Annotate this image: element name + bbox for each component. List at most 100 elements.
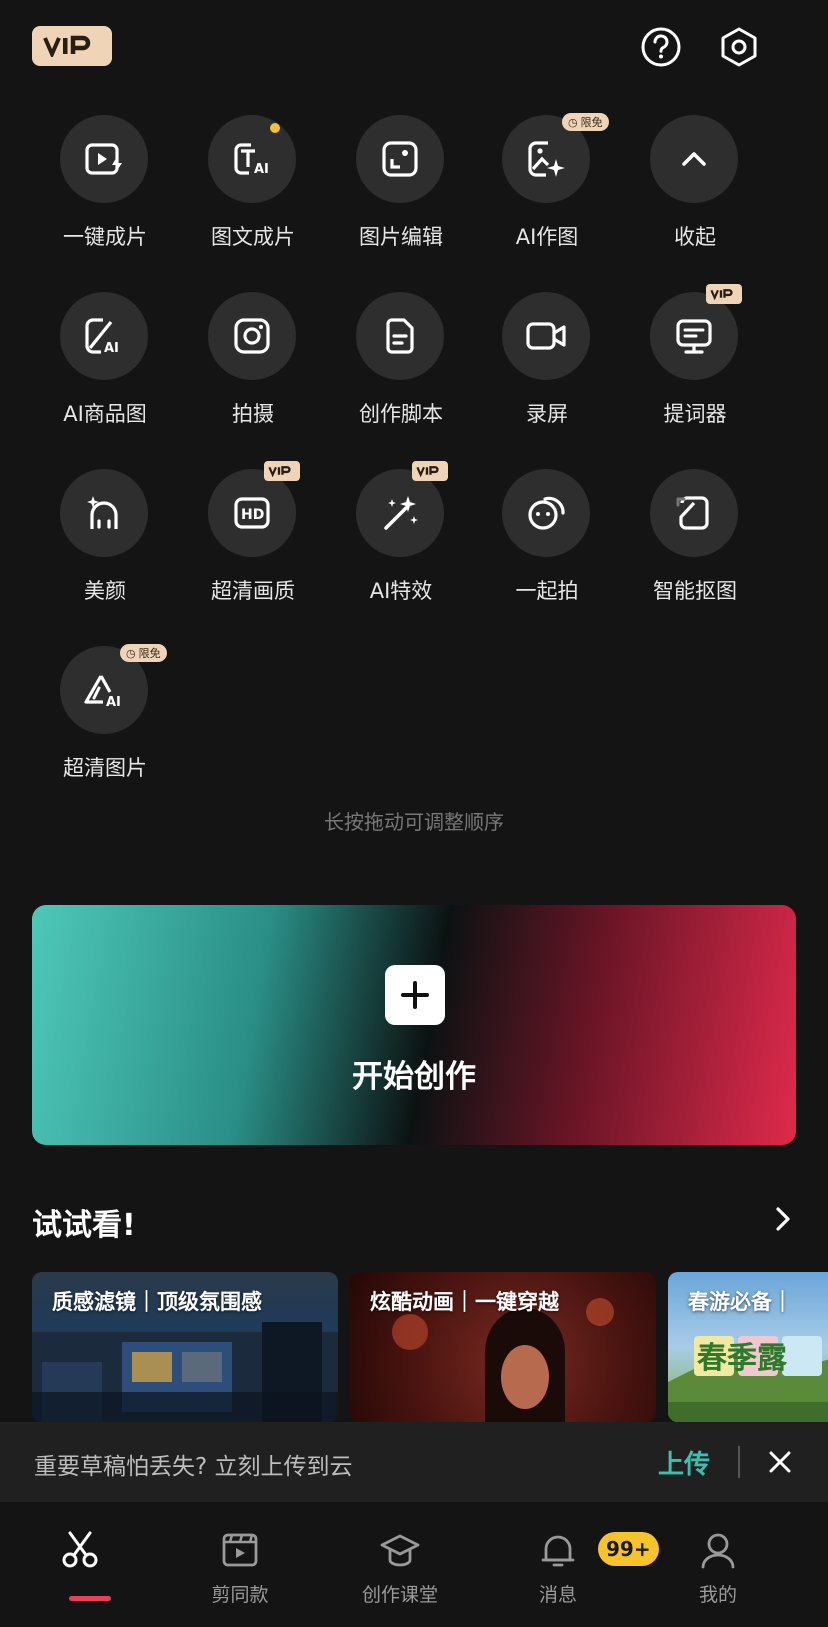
message-count-badge: 99+ [598,1532,659,1566]
nav-label: 创作课堂 [361,1584,438,1606]
tool-label: 图片编辑 [359,225,443,249]
hd-icon: HD [208,469,296,557]
nav-label: 消息 [538,1584,577,1606]
nav-label: 我的 [698,1584,737,1606]
active-indicator [69,1596,111,1601]
tool-beauty[interactable]: 美颜 [40,469,170,619]
vip-badge [264,461,300,481]
tool-teleprompter[interactable]: 提词器 [630,284,760,442]
tool-one-click[interactable]: 一键成片 [40,115,170,265]
tool-hd-quality[interactable]: HD 超清画质 [188,461,318,619]
teleprompter-icon [650,292,738,380]
top-bar [0,0,828,100]
nav-templates[interactable]: 剪同款 [170,1502,310,1627]
new-indicator-dot [270,123,280,133]
tool-label: 一键成片 [63,225,147,249]
tool-label: 收起 [674,225,716,249]
try-cards-carousel[interactable]: 质感滤镜｜顶级氛围感 炫酷动画｜一键穿越 春季露 春游必备｜ [0,1272,828,1422]
image-edit-icon [356,115,444,203]
tool-label: 创作脚本 [359,402,443,426]
try-card-title: 炫酷动画｜一键穿越 [370,1290,559,1314]
cloud-upload-banner: 重要草稿怕丢失? 立刻上传到云 上传 [0,1422,828,1502]
try-section-title: 试试看! [32,1208,136,1243]
limited-free-badge: ◷ 限免 [120,644,167,662]
tool-ai-effects[interactable]: AI特效 [336,461,466,619]
clock-icon: ◷ [568,115,578,129]
tool-ai-product[interactable]: AI AI商品图 [40,292,170,442]
clock-icon: ◷ [126,646,136,660]
scissors-icon [60,1530,100,1570]
svg-text:AI: AI [254,162,269,177]
together-shoot-icon [502,469,590,557]
tool-label: 一起拍 [515,579,579,603]
script-doc-icon [356,292,444,380]
try-card-title: 春游必备｜ [688,1290,793,1314]
settings-hexagon-icon[interactable] [718,26,760,68]
text-ai-icon: AI [208,115,296,203]
tool-label: 拍摄 [232,402,274,426]
bell-icon [538,1530,578,1570]
play-lightning-icon [60,115,148,203]
nav-label: 剪同款 [211,1584,269,1606]
cutout-icon [650,469,738,557]
tool-collapse[interactable]: 收起 [630,115,760,265]
tool-screen-record[interactable]: 录屏 [482,292,612,442]
reorder-hint: 长按拖动可调整顺序 [324,810,504,834]
tool-label: 超清图片 [63,756,147,780]
tool-shoot[interactable]: 拍摄 [188,292,318,442]
svg-text:AI: AI [104,341,119,356]
badge-text: 限免 [580,116,603,129]
bottom-nav: 剪同款 创作课堂 消息 我的 [0,1502,828,1627]
tool-ai-image[interactable]: ◷ 限免 AI作图 [482,113,612,265]
try-card-title: 质感滤镜｜顶级氛围感 [52,1290,262,1314]
tool-image-edit[interactable]: 图片编辑 [336,115,466,265]
start-create-button[interactable]: 开始创作 [32,905,796,1145]
chevron-up-icon [650,115,738,203]
help-question-icon[interactable] [640,26,682,68]
magic-wand-icon [356,469,444,557]
plus-icon [385,965,445,1025]
nav-profile[interactable]: 我的 [648,1502,788,1627]
screen-record-icon [502,292,590,380]
ai-product-icon: AI [60,292,148,380]
tool-smart-cutout[interactable]: 智能抠图 [630,469,760,619]
chevron-right-icon[interactable] [770,1204,796,1234]
limited-free-badge: ◷ 限免 [562,113,609,131]
start-create-label: 开始创作 [352,1059,476,1095]
beauty-face-icon [60,469,148,557]
nav-edit[interactable] [10,1502,150,1627]
try-card[interactable]: 炫酷动画｜一键穿越 [350,1272,656,1422]
graduation-cap-icon [380,1530,420,1570]
tool-label: AI作图 [515,225,579,249]
nav-messages[interactable]: 消息 [488,1502,628,1627]
vip-badge [706,284,742,304]
try-card[interactable]: 春季露 春游必备｜ [668,1272,828,1422]
vip-logo[interactable] [32,26,112,66]
try-card[interactable]: 质感滤镜｜顶级氛围感 [32,1272,338,1422]
svg-text:AI: AI [106,695,121,710]
badge-text: 限免 [138,647,161,660]
divider [738,1446,740,1478]
tool-hd-image[interactable]: AI ◷ 限免 超清图片 [40,644,170,796]
template-film-icon [220,1530,260,1570]
tool-label: AI商品图 [63,402,147,426]
upload-button[interactable]: 上传 [658,1444,710,1481]
svg-text:HD: HD [241,507,264,523]
close-icon[interactable] [766,1448,794,1476]
tool-label: 美颜 [84,579,126,603]
tool-label: 图文成片 [211,225,295,249]
tool-script[interactable]: 创作脚本 [336,292,466,442]
person-icon [698,1530,738,1570]
nav-classroom[interactable]: 创作课堂 [330,1502,470,1627]
camera-icon [208,292,296,380]
tool-label: 录屏 [526,402,568,426]
vip-badge [412,461,448,481]
tool-label: AI特效 [369,579,433,603]
vip-logo-glyph [43,35,91,57]
tool-label: 超清画质 [211,579,295,603]
card-art-lettering: 春季露 [697,1341,788,1376]
banner-text: 重要草稿怕丢失? 立刻上传到云 [34,1454,353,1480]
tool-together-shoot[interactable]: 一起拍 [482,469,612,619]
tool-text-to-video[interactable]: AI 图文成片 [188,115,318,265]
tool-label: 智能抠图 [653,579,737,603]
